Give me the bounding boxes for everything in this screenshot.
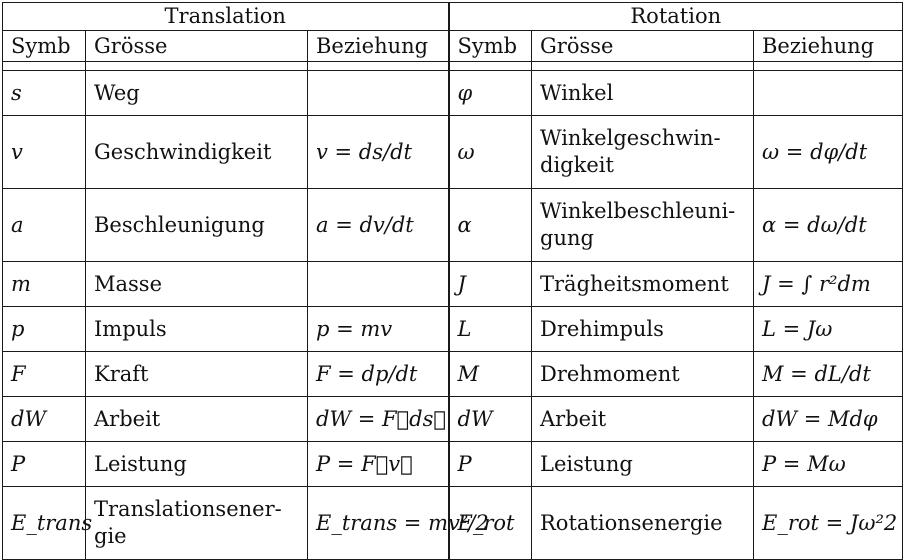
rotation-relation-cell [752, 70, 904, 116]
translation-relation-cell: dW = F⃗ds⃗ [307, 396, 449, 442]
rotation-symbol-cell: φ [447, 70, 532, 116]
table-row: v Geschwindigkeit v = ds/dt ω Winkelgeschwin… [2, 115, 904, 189]
translation-symbol-cell: a [2, 188, 86, 262]
rotation-quantity-cell: Arbeit [531, 396, 754, 442]
translation-quantity-cell: Leistung [85, 441, 308, 487]
rotation-symbol-cell: J [447, 261, 532, 307]
rotation-quantity-cell: Winkel [531, 70, 754, 116]
translation-symbol-cell: dW [2, 396, 86, 442]
rotation-quantity-cell: Rotationsenergie [531, 486, 754, 560]
table-body: s Weg φ Winkel v Geschwindigkeit v = ds/dt ω Win… [2, 61, 904, 560]
rotation-symbol-cell: L [447, 306, 532, 352]
rotation-symbol-cell: α [447, 188, 532, 262]
translation-symbol-cell: P [2, 441, 86, 487]
translation-quantity-cell: Kraft [85, 351, 308, 397]
translation-relation-cell: v = ds/dt [307, 115, 449, 189]
translation-quantity-cell: Translationsener-gie [85, 486, 308, 560]
rotation-quantity-cell: Drehimpuls [531, 306, 754, 352]
table-row: p Impuls p = mv L Drehimpuls L = Jω [2, 306, 904, 352]
rotation-relation-cell: ω = dφ/dt [752, 115, 904, 189]
translation-symbol-cell: E_trans [2, 486, 92, 560]
translation-quantity-cell: Impuls [85, 306, 308, 352]
rotation-relation-cell: α = dω/dt [752, 188, 904, 262]
rotation-symb-header: Symb [447, 30, 532, 62]
translation-quantity-cell: Arbeit [85, 396, 308, 442]
column-header-row: Symb Grösse Beziehung Symb Grösse Bezieh… [2, 30, 904, 62]
rotation-groesse-header: Grösse [531, 30, 754, 62]
translation-relation-cell: F = dp/dt [307, 351, 449, 397]
translation-symbol-cell: F [2, 351, 86, 397]
translation-relation-cell: E_trans = mv²/2 [307, 486, 489, 560]
rotation-symbol-cell: ω [447, 115, 532, 189]
rotation-relation-cell: P = Mω [752, 441, 904, 487]
rotation-symbol-cell: M [447, 351, 532, 397]
table-row: E_trans Translationsener-gie E_trans = mv²… [2, 486, 904, 560]
rotation-symbol-cell: E_rot [447, 486, 532, 560]
translation-relation-cell: p = mv [307, 306, 449, 352]
translation-groesse-header: Grösse [85, 30, 308, 62]
translation-header: Translation [2, 2, 449, 31]
translation-relation-cell [307, 70, 449, 116]
translation-symbol-cell: s [2, 70, 86, 116]
group-header-row: Translation Rotation [2, 2, 904, 31]
rotation-symbol-cell: dW [447, 396, 532, 442]
translation-relation-cell: P = F⃗v⃗ [307, 441, 449, 487]
rotation-quantity-cell: Trägheitsmoment [531, 261, 754, 307]
rotation-relation-cell: E_rot = Jω²2 [752, 486, 904, 560]
rotation-symbol-cell: P [447, 441, 532, 487]
table-row: a Beschleunigung a = dv/dt α Winkelbeschleun… [2, 188, 904, 262]
translation-quantity-cell: Beschleunigung [85, 188, 308, 262]
translation-symbol-cell: p [2, 306, 86, 352]
translation-quantity-cell: Masse [85, 261, 308, 307]
translation-quantity-cell: Weg [85, 70, 308, 116]
table-row: P Leistung P = F⃗v⃗ P Leistung P = Mω [2, 441, 904, 487]
translation-symbol-cell: v [2, 115, 86, 189]
physics-comparison-table: Translation Rotation Symb Grösse Beziehu… [2, 2, 904, 560]
translation-quantity-cell: Geschwindigkeit [85, 115, 308, 189]
spacer-row [2, 61, 904, 71]
table-row: m Masse J Trägheitsmoment J = ∫ r²dm [2, 261, 904, 307]
rotation-quantity-cell: Winkelbeschleuni-gung [531, 188, 754, 262]
rotation-quantity-cell: Winkelgeschwin-digkeit [531, 115, 754, 189]
rotation-quantity-cell: Drehmoment [531, 351, 754, 397]
translation-symb-header: Symb [2, 30, 86, 62]
translation-beziehung-header: Beziehung [307, 30, 449, 62]
translation-relation-cell [307, 261, 449, 307]
translation-symbol-cell: m [2, 261, 86, 307]
rotation-quantity-cell: Leistung [531, 441, 754, 487]
rotation-relation-cell: M = dL/dt [752, 351, 904, 397]
rotation-header: Rotation [447, 2, 904, 31]
table-row: s Weg φ Winkel [2, 70, 904, 116]
rotation-relation-cell: L = Jω [752, 306, 904, 352]
rotation-relation-cell: J = ∫ r²dm [752, 261, 904, 307]
translation-relation-cell: a = dv/dt [307, 188, 449, 262]
rotation-beziehung-header: Beziehung [752, 30, 904, 62]
rotation-relation-cell: dW = Mdφ [752, 396, 904, 442]
table-row: dW Arbeit dW = F⃗ds⃗ dW Arbeit dW = Mdφ [2, 396, 904, 442]
table-row: F Kraft F = dp/dt M Drehmoment M = dL/dt [2, 351, 904, 397]
